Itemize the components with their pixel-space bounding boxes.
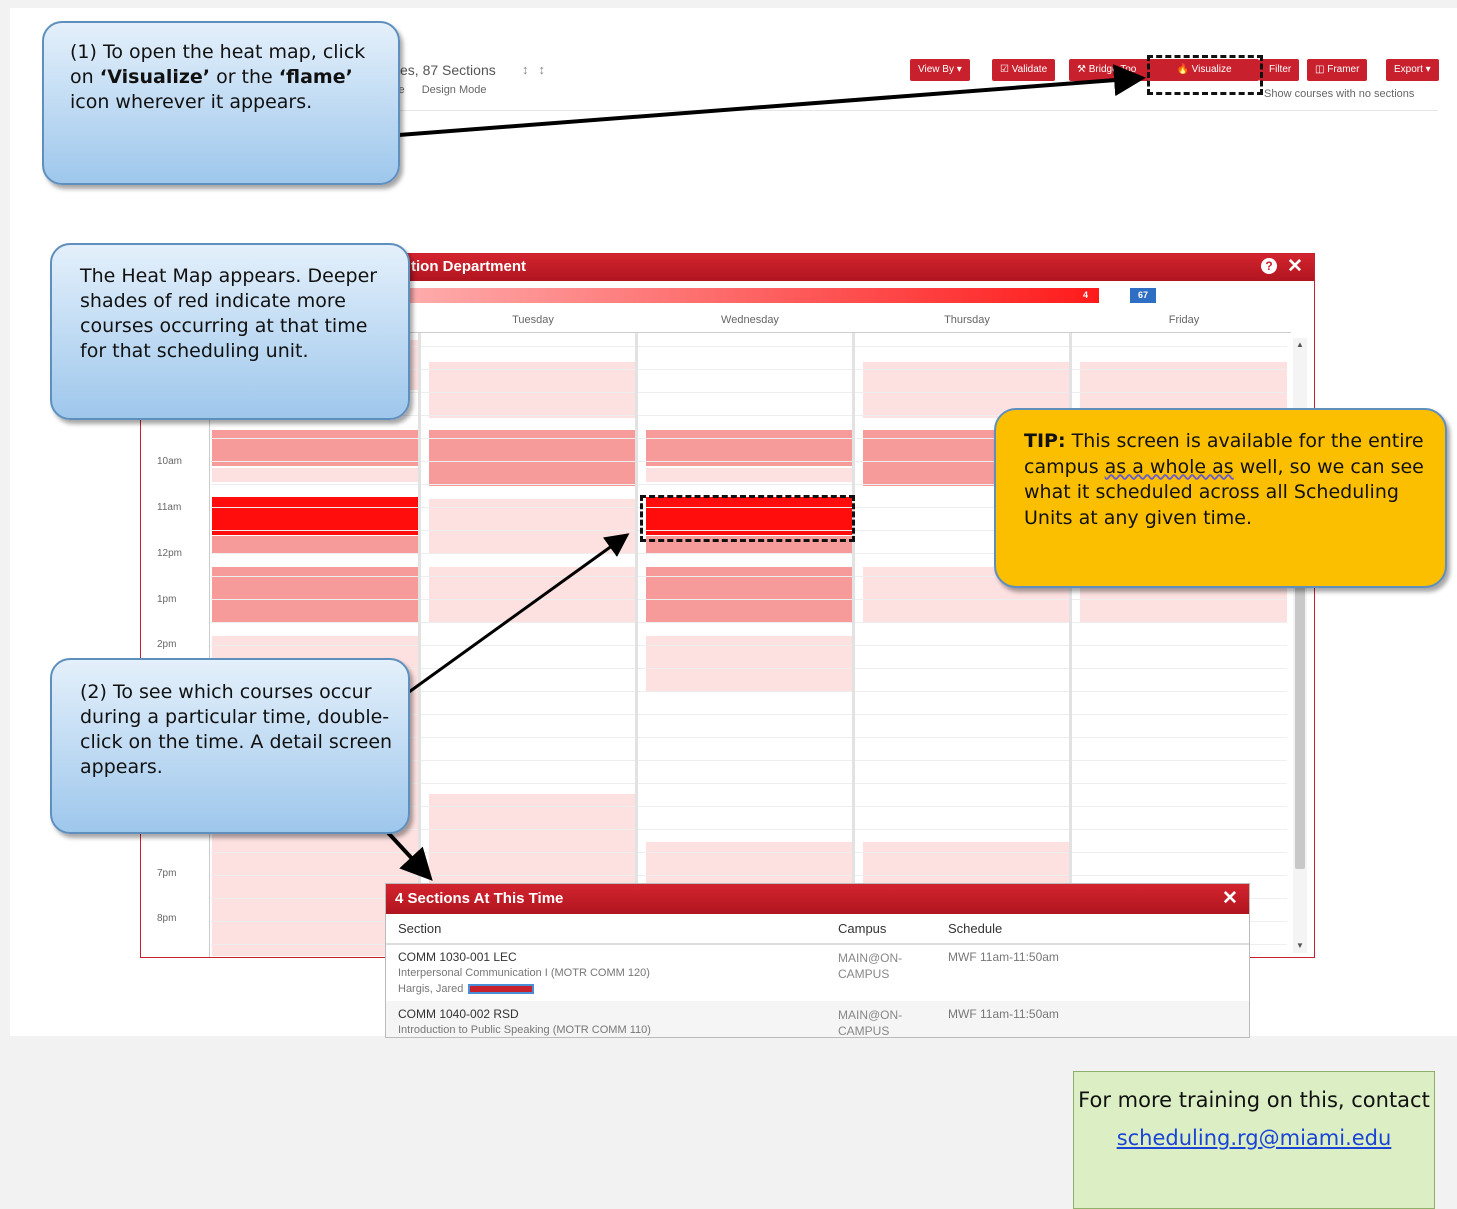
training-text: For more training on this, contact — [1078, 1088, 1430, 1112]
callout-step-2-text: (2) To see which courses occur during a … — [80, 681, 393, 778]
callout-heat-map-text: The Heat Map appears. Deeper shades of r… — [80, 265, 378, 362]
callout-step-1: (1) To open the heat map, click on ‘Visu… — [42, 21, 400, 185]
tip-callout: TIP: This screen is available for the en… — [994, 408, 1447, 588]
tip-text: TIP: This screen is available for the en… — [1024, 430, 1424, 529]
contact-email-link[interactable]: scheduling.rg@miami.edu — [1117, 1126, 1392, 1150]
arrow-to-selected-cell — [408, 533, 630, 694]
arrow-to-visualize — [332, 64, 1146, 142]
callout-heat-map: The Heat Map appears. Deeper shades of r… — [50, 243, 410, 420]
training-contact-box: For more training on this, contact sched… — [1073, 1071, 1435, 1209]
callout-step-2: (2) To see which courses occur during a … — [50, 658, 410, 834]
callout-step-1-text: (1) To open the heat map, click on ‘Visu… — [70, 41, 366, 113]
